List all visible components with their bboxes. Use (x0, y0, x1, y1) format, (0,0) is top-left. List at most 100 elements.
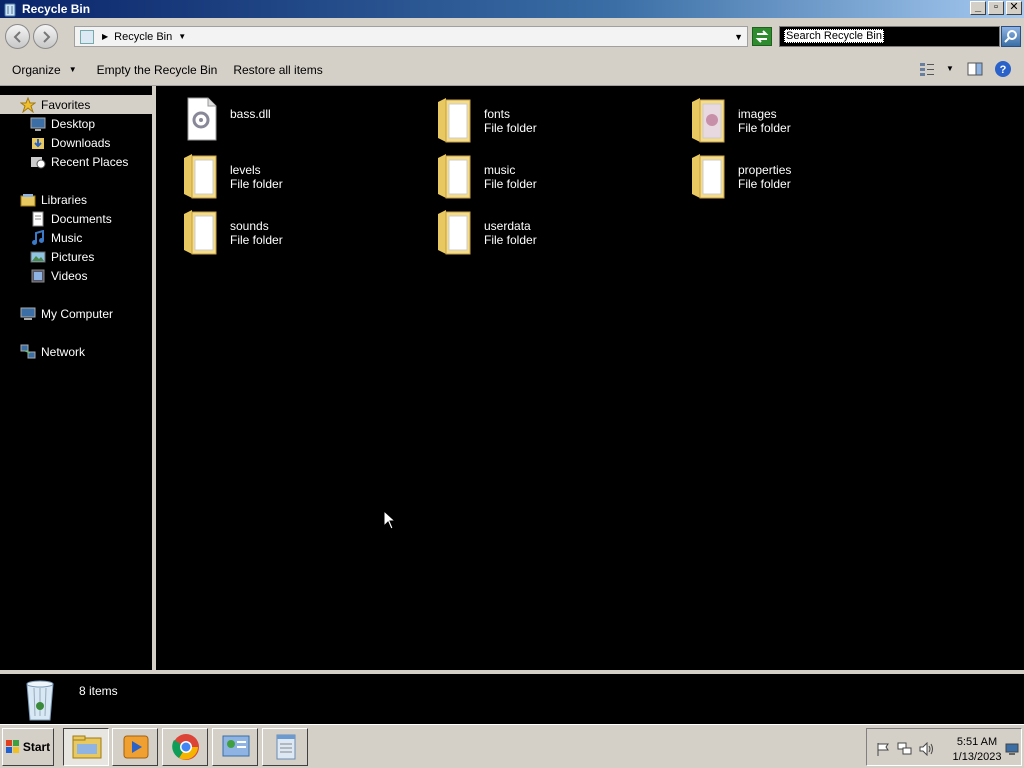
file-name: images (738, 107, 777, 121)
recent-places-icon (30, 154, 46, 170)
network-icon (20, 344, 36, 360)
sidebar-item-downloads[interactable]: Downloads (30, 133, 110, 152)
file-name: fonts (484, 107, 511, 121)
file-item-sounds[interactable]: sounds File folder (182, 208, 422, 260)
search-button[interactable] (1001, 26, 1021, 47)
sidebar-item-libraries[interactable]: Libraries (20, 190, 87, 209)
sidebar-item-pictures[interactable]: Pictures (30, 247, 94, 266)
documents-icon (30, 211, 46, 227)
file-item-fonts[interactable]: fonts File folder (436, 96, 676, 148)
sidebar-item-network[interactable]: Network (20, 342, 85, 361)
refresh-button[interactable] (752, 27, 772, 46)
sidebar-item-music[interactable]: Music (30, 228, 82, 247)
file-name: levels (230, 163, 261, 177)
taskbar-notepad[interactable] (262, 728, 308, 766)
mouse-cursor-icon (383, 509, 397, 533)
file-name: userdata (484, 219, 531, 233)
organize-button[interactable]: Organize ▼ (12, 63, 77, 77)
file-name: properties (738, 163, 792, 177)
pictures-icon (30, 249, 46, 265)
file-view: bass.dll fonts File folder images File fol… (160, 86, 1024, 670)
action-center-flag-icon[interactable] (875, 742, 891, 756)
breadcrumb-dropdown-icon[interactable]: ▼ (178, 32, 186, 41)
restore-all-label: Restore all items (233, 62, 323, 77)
sidebar-item-favorites[interactable]: Favorites (0, 95, 156, 114)
network-tray-icon[interactable] (897, 742, 913, 756)
file-name: bass.dll (230, 107, 271, 121)
file-type: File folder (484, 177, 537, 191)
show-desktop-icon[interactable] (1005, 742, 1021, 756)
svg-text:?: ? (1000, 64, 1007, 76)
folder-icon (182, 152, 220, 200)
address-bar[interactable]: ▶ Recycle Bin ▼ ▼ (74, 26, 748, 47)
file-item-music[interactable]: music File folder (436, 152, 676, 204)
file-item-images[interactable]: images File folder (690, 96, 930, 148)
preview-pane-icon[interactable] (966, 60, 984, 78)
sidebar-label-videos: Videos (51, 268, 88, 283)
file-item-bass-dll[interactable]: bass.dll (182, 96, 422, 148)
back-arrow-icon (13, 31, 21, 43)
minimize-button[interactable]: _ (970, 1, 986, 15)
file-type: File folder (738, 121, 791, 135)
organize-label: Organize (12, 62, 61, 77)
change-view-icon[interactable] (918, 60, 936, 78)
folder-icon (436, 152, 474, 200)
chevron-right-icon[interactable]: ▶ (102, 32, 108, 41)
close-button[interactable]: ✕ (1006, 1, 1022, 15)
navigation-pane: Favorites Desktop Downloads Recent Place… (0, 86, 156, 670)
address-path[interactable]: Recycle Bin (114, 31, 172, 43)
taskbar-media-player[interactable] (112, 728, 158, 766)
back-button[interactable] (5, 24, 30, 49)
start-button[interactable]: Start (2, 728, 54, 766)
search-placeholder[interactable]: Search Recycle Bin (784, 29, 884, 43)
videos-icon (30, 268, 46, 284)
restore-all-button[interactable]: Restore all items (233, 63, 322, 77)
dll-file-icon (182, 96, 220, 144)
downloads-icon (30, 135, 46, 151)
taskbar-chrome[interactable] (162, 728, 208, 766)
start-label: Start (22, 740, 51, 754)
item-count: 8 items (79, 684, 118, 698)
file-item-levels[interactable]: levels File folder (182, 152, 422, 204)
chevron-down-icon: ▼ (68, 65, 77, 74)
command-toolbar: Organize ▼ Empty the Recycle Bin Restore… (0, 54, 1024, 86)
taskbar-windows-explorer[interactable] (63, 728, 109, 766)
sidebar-label-libraries: Libraries (41, 192, 88, 207)
sidebar-item-my-computer[interactable]: My Computer (20, 304, 113, 323)
sidebar-item-recent-places[interactable]: Recent Places (30, 152, 128, 171)
desktop-icon (30, 116, 46, 132)
volume-icon[interactable] (919, 741, 935, 757)
empty-recycle-bin-button[interactable]: Empty the Recycle Bin (97, 63, 218, 77)
recycle-bin-icon (2, 1, 18, 17)
taskbar-control-panel[interactable] (212, 728, 258, 766)
sidebar-item-documents[interactable]: Documents (30, 209, 112, 228)
search-icon (1004, 30, 1017, 43)
sidebar-label-network: Network (41, 344, 86, 359)
refresh-icon (755, 30, 769, 43)
recycle-bin-large-icon (22, 678, 58, 722)
restore-button[interactable]: ▫ (988, 1, 1004, 15)
help-icon[interactable]: ? (994, 60, 1012, 78)
file-item-userdata[interactable]: userdata File folder (436, 208, 676, 260)
address-dropdown-icon[interactable]: ▼ (734, 32, 743, 42)
sidebar-label-recent-places: Recent Places (51, 154, 129, 169)
search-input[interactable]: Search Recycle Bin (779, 26, 1000, 47)
sidebar-item-videos[interactable]: Videos (30, 266, 87, 285)
file-type: File folder (484, 233, 537, 247)
sidebar-item-desktop[interactable]: Desktop (30, 114, 95, 133)
chrome-icon (172, 734, 199, 760)
recycle-bin-small-icon (80, 29, 94, 44)
title-bar: Recycle Bin _ ▫ ✕ (0, 0, 1024, 18)
sidebar-label-music: Music (51, 230, 83, 245)
sidebar-label-documents: Documents (51, 211, 112, 226)
address-row: ▶ Recycle Bin ▼ ▼ Search Recycle Bin (0, 18, 1024, 54)
clock-date: 1/13/2023 (952, 751, 1002, 763)
computer-icon (20, 306, 36, 322)
forward-button[interactable] (33, 24, 58, 49)
view-options-chevron-icon[interactable]: ▼ (946, 60, 956, 78)
sidebar-label-downloads: Downloads (51, 135, 111, 150)
file-item-properties[interactable]: properties File folder (690, 152, 930, 204)
system-tray: 5:51 AM 1/13/2023 (866, 728, 1022, 766)
sidebar-label-favorites: Favorites (41, 97, 91, 112)
file-type: File folder (484, 121, 537, 135)
